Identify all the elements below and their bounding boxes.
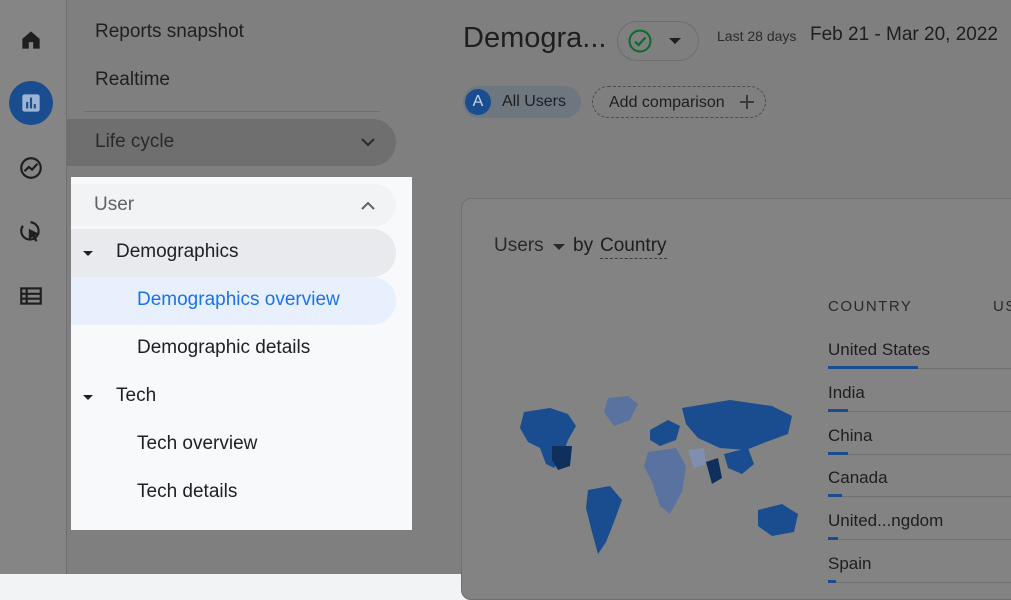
dimension-selector[interactable]: Country <box>600 235 667 259</box>
nav-divider <box>84 111 380 112</box>
all-users-label: All Users <box>502 93 567 110</box>
report-status-dropdown[interactable] <box>617 21 699 61</box>
country-name: China <box>828 426 873 445</box>
nav-demographic-details[interactable]: Demographic details <box>137 337 310 359</box>
reports-icon <box>22 94 40 112</box>
country-name: United States <box>828 340 931 359</box>
date-range-picker[interactable]: Feb 21 - Mar 20, 2022 <box>810 24 998 46</box>
world-map <box>520 396 798 554</box>
caret-down-icon <box>83 251 93 256</box>
dropdown-arrow-icon <box>669 38 681 44</box>
nav-demographics-overview-label: Demographics overview <box>137 289 340 310</box>
configure-icon <box>20 287 42 305</box>
explore-button[interactable] <box>9 146 53 190</box>
table-row[interactable]: United...ngdom <box>828 497 1011 540</box>
nav-tech-details[interactable]: Tech details <box>137 481 237 503</box>
nav-tech-overview[interactable]: Tech overview <box>137 433 257 455</box>
table-row[interactable]: Canada <box>828 454 1011 497</box>
nav-life-cycle[interactable]: Life cycle <box>67 119 396 166</box>
nav-realtime[interactable]: Realtime <box>95 69 170 91</box>
nav-user-label: User <box>94 194 135 215</box>
chevron-down-icon <box>361 138 375 147</box>
dropdown-arrow-icon <box>552 244 565 250</box>
add-comparison-label: Add comparison <box>609 94 725 111</box>
country-name: United...ngdom <box>828 511 944 530</box>
metric-label: Users <box>494 235 544 256</box>
by-label: by <box>573 235 594 256</box>
country-name: India <box>828 383 865 402</box>
advertising-icon <box>20 221 40 242</box>
users-column-header[interactable]: US <box>993 298 1011 315</box>
plus-icon <box>740 95 754 109</box>
country-column-header[interactable]: COUNTRY <box>828 298 912 315</box>
configure-button[interactable] <box>9 274 53 318</box>
page-title: Demogra... <box>463 22 607 54</box>
chevron-up-icon <box>361 201 375 210</box>
nav-life-cycle-label: Life cycle <box>95 131 175 152</box>
table-row[interactable]: Spain <box>828 540 1011 583</box>
country-share-bar <box>828 580 836 583</box>
country-name: Spain <box>828 554 872 573</box>
nav-demographics[interactable]: Demographics <box>71 229 396 277</box>
table-row[interactable]: China <box>828 412 1011 455</box>
nav-user[interactable]: User <box>71 184 396 226</box>
nav-demographics-overview[interactable]: Demographics overview <box>71 277 396 325</box>
date-range-label: Last 28 days <box>717 28 797 44</box>
caret-down-icon <box>83 395 93 400</box>
country-name: Canada <box>828 468 888 487</box>
reports-button[interactable] <box>9 81 53 125</box>
nav-rail <box>0 0 67 574</box>
advertising-button[interactable] <box>9 210 53 254</box>
table-row[interactable]: India <box>828 369 1011 412</box>
check-circle-icon <box>628 29 652 53</box>
nav-demographics-label: Demographics <box>116 241 239 262</box>
metric-selector[interactable]: Users <box>494 235 565 257</box>
home-icon <box>22 31 40 49</box>
table-row[interactable]: United States <box>828 326 1011 369</box>
comparison-badge: A <box>465 89 491 115</box>
user-section-panel: User Demographics Demographics overview … <box>71 177 412 530</box>
all-users-chip[interactable]: A All Users <box>463 86 581 118</box>
nav-reports-snapshot[interactable]: Reports snapshot <box>95 21 244 43</box>
nav-tech[interactable]: Tech <box>116 385 156 407</box>
explore-icon <box>20 157 42 179</box>
add-comparison-button[interactable]: Add comparison <box>592 86 766 118</box>
home-button[interactable] <box>9 18 53 62</box>
